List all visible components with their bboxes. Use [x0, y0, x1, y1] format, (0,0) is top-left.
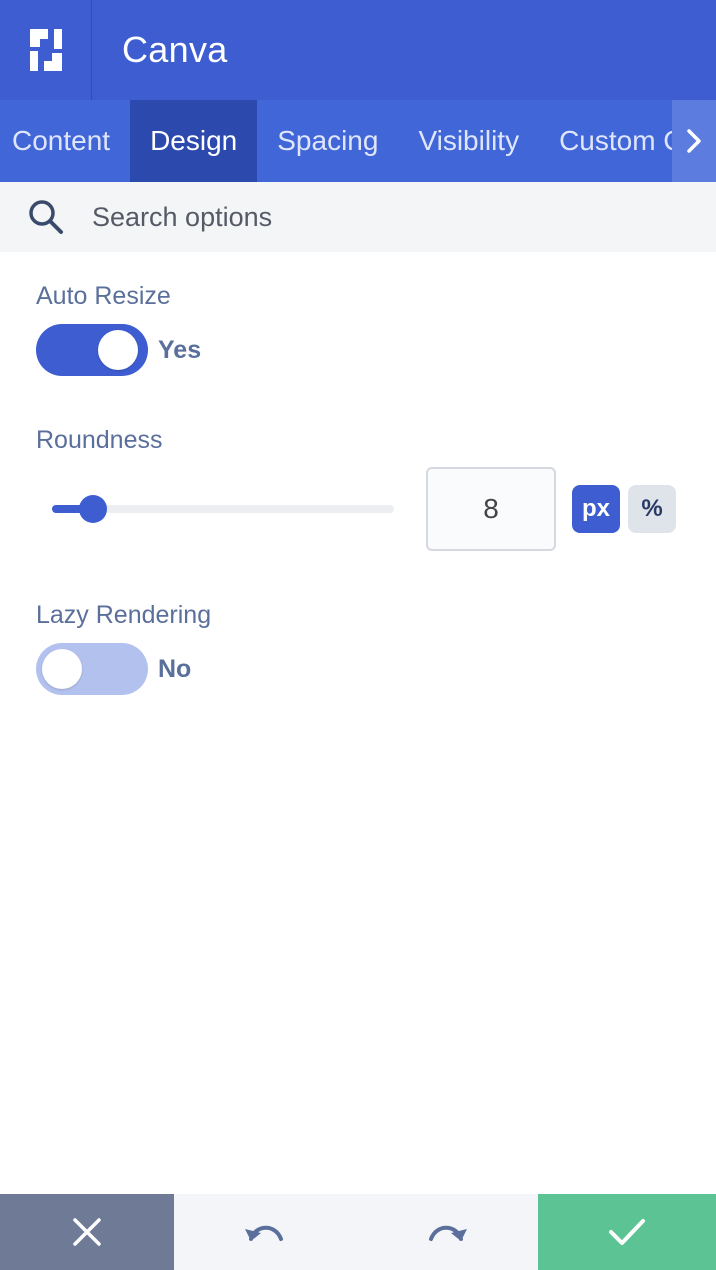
auto-resize-label: Auto Resize [36, 282, 171, 310]
tab-design[interactable]: Design [130, 100, 258, 182]
unit-percent-button[interactable]: % [628, 485, 676, 533]
roundness-slider[interactable] [52, 495, 394, 523]
close-icon [73, 1218, 101, 1246]
roundness-slider-thumb[interactable] [79, 495, 108, 523]
modal-title: Canva [122, 29, 228, 70]
undo-button[interactable] [174, 1194, 356, 1270]
toggle-knob [98, 330, 138, 370]
tab-visibility[interactable]: Visibility [398, 100, 539, 182]
lazy-rendering-toggle[interactable] [36, 643, 148, 695]
modal-header: Canva [0, 0, 716, 100]
roundness-label: Roundness [36, 426, 163, 454]
chevron-right-icon [687, 129, 701, 153]
redo-icon [429, 1225, 467, 1241]
check-icon [609, 1219, 645, 1245]
unit-px-button[interactable]: px [572, 485, 620, 533]
tab-spacing[interactable]: Spacing [257, 100, 398, 182]
tab-content[interactable]: Content [0, 100, 130, 182]
tab-scroll-right-button[interactable] [672, 100, 716, 182]
lazy-rendering-state: No [158, 655, 192, 683]
tab-bar: Content Design Spacing Visibility Custom… [0, 100, 716, 182]
redo-button[interactable] [356, 1194, 538, 1270]
modal-footer [0, 1194, 716, 1270]
auto-resize-state: Yes [158, 336, 202, 364]
undo-icon [245, 1225, 283, 1241]
search-bar [0, 182, 716, 252]
divi-logo-icon [29, 29, 62, 71]
roundness-value-input[interactable] [426, 467, 556, 551]
logo [0, 0, 92, 100]
search-icon[interactable] [26, 197, 66, 237]
save-button[interactable] [538, 1194, 716, 1270]
discard-button[interactable] [0, 1194, 174, 1270]
auto-resize-toggle[interactable] [36, 324, 148, 376]
search-input[interactable] [92, 201, 652, 233]
toggle-knob [42, 649, 82, 689]
lazy-rendering-label: Lazy Rendering [36, 601, 212, 629]
